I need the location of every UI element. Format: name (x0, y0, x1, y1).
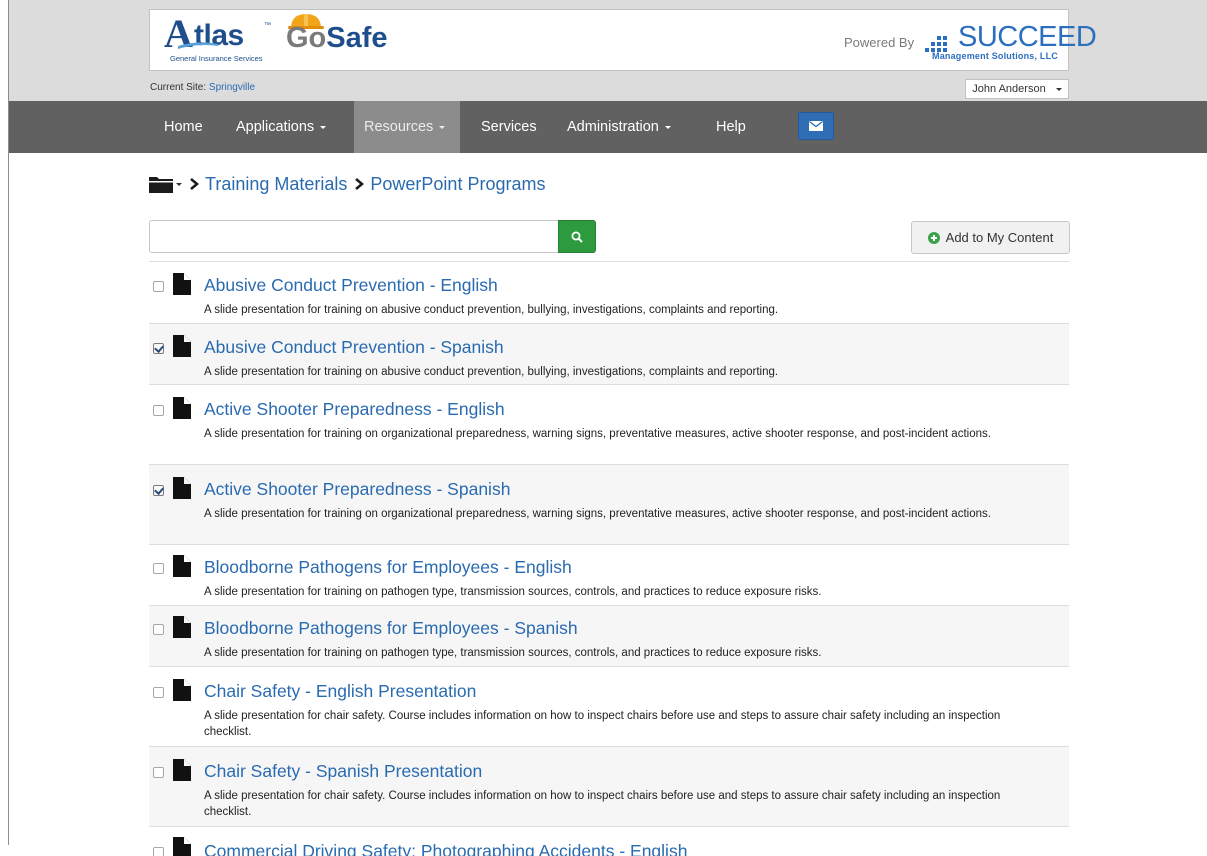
list-item: Active Shooter Preparedness - Spanish A … (149, 464, 1069, 544)
item-checkbox[interactable] (153, 485, 164, 496)
file-icon (173, 759, 191, 781)
item-title[interactable]: Commercial Driving Safety: Photographing… (204, 841, 687, 856)
succeed-logo: SUCCEED (958, 21, 1097, 53)
item-description: A slide presentation for chair safety. C… (204, 790, 1001, 818)
item-title[interactable]: Active Shooter Preparedness - English (204, 399, 505, 420)
item-title[interactable]: Bloodborne Pathogens for Employees - Eng… (204, 557, 572, 578)
file-icon (173, 273, 191, 295)
file-icon (173, 837, 191, 856)
item-description: A slide presentation for training on org… (204, 428, 991, 440)
item-checkbox[interactable] (153, 687, 164, 698)
folder-menu[interactable] (149, 175, 182, 193)
item-description: A slide presentation for training on abu… (204, 366, 779, 378)
nav-help[interactable]: Help (706, 101, 756, 153)
current-site: Current Site: Springville (150, 82, 255, 93)
list-item: Chair Safety - English Presentation A sl… (149, 666, 1069, 746)
item-checkbox[interactable] (153, 563, 164, 574)
atlas-subtitle: General Insurance Services (170, 54, 263, 63)
folder-icon (149, 177, 173, 193)
nav-administration[interactable]: Administration (557, 101, 681, 153)
atlas-swoosh-icon (178, 42, 218, 49)
item-title[interactable]: Chair Safety - English Presentation (204, 681, 476, 702)
list-item: Commercial Driving Safety: Photographing… (149, 826, 1069, 856)
list-item: Bloodborne Pathogens for Employees - Eng… (149, 544, 1069, 605)
item-checkbox[interactable] (153, 343, 164, 354)
atlas-trademark: ™ (264, 22, 271, 29)
item-checkbox[interactable] (153, 767, 164, 778)
list-item: Active Shooter Preparedness - English A … (149, 384, 1069, 464)
chevron-down-icon (664, 125, 671, 129)
main-nav: Home Applications Resources Services Adm… (9, 101, 1207, 153)
nav-applications[interactable]: Applications (226, 101, 336, 153)
search-icon (571, 231, 583, 243)
item-checkbox[interactable] (153, 281, 164, 292)
chevron-right-icon (355, 178, 365, 190)
logo-banner: A tlas ™ General Insurance Services GoSa… (149, 9, 1097, 71)
item-title[interactable]: Abusive Conduct Prevention - Spanish (204, 337, 504, 358)
user-menu-button[interactable]: John Anderson (965, 79, 1069, 99)
item-title[interactable]: Active Shooter Preparedness - Spanish (204, 479, 510, 500)
chevron-right-icon (190, 178, 199, 190)
item-title[interactable]: Chair Safety - Spanish Presentation (204, 761, 482, 782)
add-to-my-content-button[interactable]: Add to My Content (911, 221, 1070, 254)
list-item: Abusive Conduct Prevention - English A s… (149, 261, 1069, 323)
chevron-down-icon (176, 182, 182, 186)
file-icon (173, 397, 191, 419)
breadcrumb-training-materials[interactable]: Training Materials (205, 174, 347, 195)
chevron-down-icon (320, 125, 327, 129)
chevron-down-icon (439, 125, 446, 129)
current-site-label: Current Site: (150, 82, 207, 93)
breadcrumb-powerpoint-programs[interactable]: PowerPoint Programs (370, 174, 545, 195)
user-name: John Anderson (972, 83, 1046, 95)
breadcrumb: Training Materials PowerPoint Programs (149, 170, 545, 198)
nav-home[interactable]: Home (154, 101, 213, 153)
succeed-subtitle: Management Solutions, LLC (932, 51, 1059, 61)
item-description: A slide presentation for training on pat… (204, 647, 822, 659)
plus-circle-icon (927, 231, 940, 244)
item-checkbox[interactable] (153, 624, 164, 635)
powered-by-label: Powered By (844, 35, 915, 50)
item-checkbox[interactable] (153, 405, 164, 416)
search-input[interactable] (149, 220, 559, 253)
file-icon (173, 555, 191, 577)
chevron-down-icon (1055, 87, 1062, 91)
list-item: Chair Safety - Spanish Presentation A sl… (149, 746, 1069, 826)
item-checkbox[interactable] (153, 847, 164, 856)
mail-button[interactable] (798, 112, 834, 140)
item-description: A slide presentation for training on org… (204, 508, 991, 520)
item-description: A slide presentation for chair safety. C… (204, 710, 1001, 738)
nav-resources[interactable]: Resources (354, 101, 460, 153)
file-icon (173, 616, 191, 638)
content-list: Abusive Conduct Prevention - English A s… (149, 261, 1069, 856)
item-title[interactable]: Bloodborne Pathogens for Employees - Spa… (204, 618, 578, 639)
add-to-my-content-label: Add to My Content (945, 230, 1054, 245)
list-item: Bloodborne Pathogens for Employees - Spa… (149, 605, 1069, 666)
item-description: A slide presentation for training on abu… (204, 304, 779, 316)
file-icon (173, 679, 191, 701)
current-site-link[interactable]: Springville (209, 82, 255, 93)
search-bar (149, 220, 596, 253)
list-item: Abusive Conduct Prevention - Spanish A s… (149, 323, 1069, 384)
nav-services[interactable]: Services (471, 101, 547, 153)
file-icon (173, 335, 191, 357)
item-title[interactable]: Abusive Conduct Prevention - English (204, 275, 498, 296)
file-icon (173, 477, 191, 499)
search-button[interactable] (558, 220, 596, 253)
window-left-edge (0, 0, 9, 845)
envelope-icon (809, 121, 823, 131)
item-description: A slide presentation for training on pat… (204, 586, 822, 598)
gosafe-logo: GoSafe (286, 22, 388, 54)
